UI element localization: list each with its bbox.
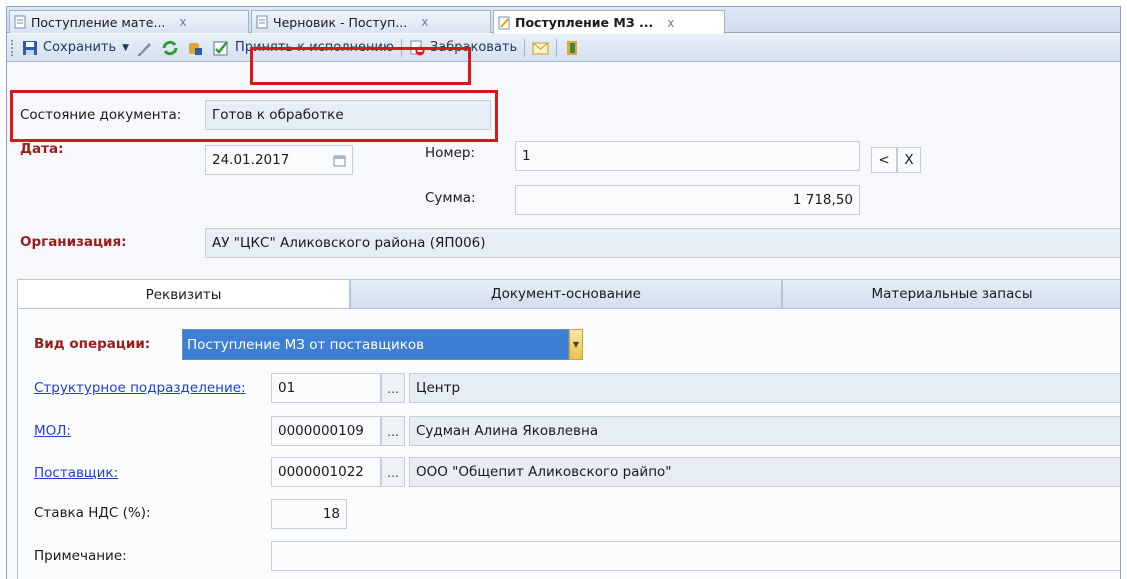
document-window: Поступление мате... x Черновик - Поступ.… — [6, 6, 1121, 579]
state-field: Готов к обработке — [205, 100, 491, 130]
reject-icon — [409, 40, 425, 56]
accept-label: Принять к исполнению — [235, 40, 394, 55]
vat-input[interactable]: 18 — [271, 499, 347, 529]
save-label: Сохранить — [43, 40, 117, 55]
tab-material-stocks[interactable]: Материальные запасы — [782, 279, 1120, 309]
nav-prev-button[interactable]: < — [871, 147, 897, 173]
close-icon[interactable]: x — [667, 16, 674, 30]
operation-type-select[interactable]: Поступление МЗ от поставщиков — [182, 329, 569, 360]
clear-button[interactable]: X — [897, 147, 921, 173]
calendar-icon[interactable] — [333, 154, 346, 167]
org-field[interactable]: АУ "ЦКС" Аликовского района (ЯП006) — [205, 228, 1120, 258]
supplier-code-input[interactable]: 0000001022 — [271, 457, 381, 487]
dept-link[interactable]: Структурное подразделение: — [34, 380, 246, 396]
toolbar-separator — [524, 38, 526, 57]
tab-label: Поступление МЗ ... — [515, 15, 654, 30]
tab-base-document[interactable]: Документ-основание — [350, 279, 782, 309]
toolbar: Сохранить ▼ Принять к исполнению Забрако… — [7, 34, 1120, 62]
close-icon[interactable]: x — [421, 15, 428, 29]
refresh-icon — [161, 40, 179, 56]
accept-button[interactable]: Принять к исполнению — [209, 37, 398, 59]
tab-receipt-materials[interactable]: Поступление мате... x — [9, 10, 249, 33]
tab-label: Поступление мате... — [31, 14, 166, 30]
dept-name-field: Центр — [409, 373, 1120, 403]
vat-label: Ставка НДС (%): — [34, 505, 151, 521]
toolbar-grip — [11, 39, 14, 56]
mol-code-input[interactable]: 0000000109 — [271, 416, 381, 446]
pen-icon — [137, 40, 153, 56]
mol-lookup-button[interactable]: ... — [381, 416, 405, 446]
document-tab-strip: Поступление мате... x Черновик - Поступ.… — [7, 7, 1120, 34]
number-label: Номер: — [425, 145, 476, 161]
org-label: Организация: — [20, 234, 127, 250]
checkbox-check-icon — [213, 40, 229, 56]
mol-name-field: Судман Алина Яковлевна — [409, 416, 1120, 446]
database-icon — [187, 40, 203, 56]
sign-button[interactable] — [133, 37, 157, 59]
save-icon — [22, 40, 38, 56]
exit-door-icon — [564, 40, 580, 56]
tab-receipt-mz-active[interactable]: Поступление МЗ ... x — [493, 10, 725, 34]
sum-field: 1 718,50 — [515, 185, 860, 215]
date-input[interactable]: 24.01.2017 — [205, 145, 353, 175]
tab-draft-receipt[interactable]: Черновик - Поступ... x — [251, 10, 491, 33]
dropdown-arrow-icon[interactable]: ▼ — [122, 43, 129, 53]
tab-requisites[interactable]: Реквизиты — [17, 279, 350, 309]
number-input[interactable]: 1 — [515, 141, 860, 171]
note-input[interactable] — [271, 541, 1120, 571]
reject-label: Забраковать — [429, 40, 518, 55]
supplier-name-field: ООО "Общепит Аликовского райпо" — [409, 457, 1120, 487]
supplier-lookup-button[interactable]: ... — [381, 457, 405, 487]
operation-type-label: Вид операции: — [34, 336, 151, 352]
toolbar-separator — [556, 38, 558, 57]
dept-code-input[interactable]: 01 — [271, 373, 381, 403]
state-label: Состояние документа: — [20, 107, 182, 123]
document-icon — [14, 15, 27, 29]
envelope-icon — [532, 41, 549, 55]
chevron-down-icon[interactable]: ▼ — [569, 329, 583, 360]
tab-label: Черновик - Поступ... — [273, 14, 408, 30]
form-tabs: Реквизиты Документ-основание Материальны… — [17, 279, 1120, 309]
refresh-button[interactable] — [157, 37, 183, 59]
note-label: Примечание: — [34, 548, 127, 564]
sum-label: Сумма: — [425, 190, 476, 206]
exit-button[interactable] — [560, 37, 584, 59]
close-icon[interactable]: x — [179, 15, 186, 29]
toolbar-separator — [400, 38, 402, 57]
date-value: 24.01.2017 — [212, 152, 290, 168]
mol-link[interactable]: МОЛ: — [34, 423, 71, 439]
save-db-button[interactable] — [183, 37, 207, 59]
supplier-link[interactable]: Поставщик: — [34, 465, 118, 481]
edit-document-icon — [498, 16, 511, 30]
dept-lookup-button[interactable]: ... — [381, 373, 405, 403]
document-icon — [256, 15, 269, 29]
save-button[interactable]: Сохранить ▼ — [18, 37, 133, 59]
mail-button[interactable] — [528, 37, 553, 59]
reject-button[interactable]: Забраковать — [405, 37, 521, 59]
date-label: Дата: — [20, 141, 64, 157]
